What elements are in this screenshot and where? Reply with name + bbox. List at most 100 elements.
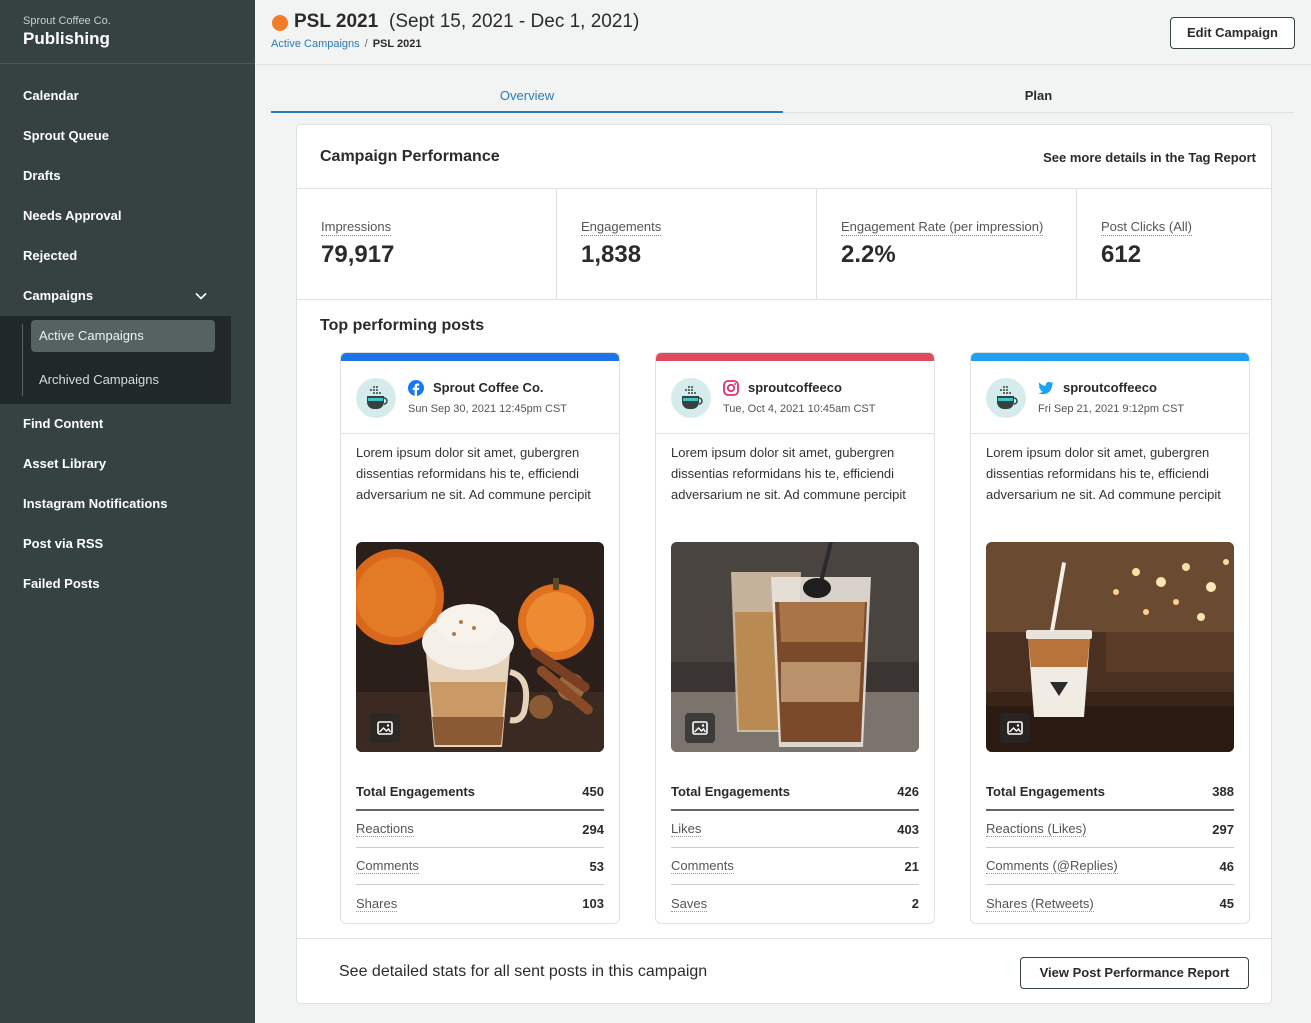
metric-label[interactable]: Shares (Retweets) [986, 896, 1094, 912]
stat-engagements: Engagements 1,838 [557, 189, 817, 300]
metric-value: 21 [904, 858, 919, 874]
metric-label[interactable]: Comments (@Replies) [986, 858, 1118, 874]
sidebar-item-find-content[interactable]: Find Content [0, 404, 255, 444]
sidebar-nav: Calendar Sprout Queue Drafts Needs Appro… [0, 76, 255, 604]
app-name: Publishing [23, 29, 110, 48]
stat-value: 79,917 [321, 241, 395, 268]
post-timestamp: Tue, Oct 4, 2021 10:45am CST [723, 403, 876, 415]
avatar [986, 378, 1026, 418]
metric-value: 450 [582, 783, 604, 799]
metric-value: 388 [1212, 783, 1234, 799]
sidebar-item-sprout-queue[interactable]: Sprout Queue [0, 116, 255, 156]
footer-text: See detailed stats for all sent posts in… [339, 963, 708, 980]
metric-value: 426 [897, 783, 919, 799]
post-card-facebook[interactable]: Sprout Coffee Co. Sun Sep 30, 2021 12:45… [340, 352, 620, 924]
breadcrumb: Active Campaigns / PSL 2021 [271, 38, 421, 50]
metric-label[interactable]: Comments [356, 858, 419, 874]
metric-label[interactable]: Likes [671, 821, 702, 837]
avatar [671, 378, 711, 418]
org-name: Sprout Coffee Co. [23, 15, 111, 27]
metric-label[interactable]: Saves [671, 896, 708, 912]
metric-value: 103 [582, 896, 604, 911]
sidebar-item-failed-posts[interactable]: Failed Posts [0, 564, 255, 604]
breadcrumb-current: PSL 2021 [372, 38, 422, 50]
metric-label: Total Engagements [356, 783, 475, 799]
metric-label[interactable]: Reactions [356, 821, 414, 837]
stat-engagement-rate: Engagement Rate (per impression) 2.2% [817, 189, 1077, 300]
metric-label[interactable]: Comments [671, 858, 734, 874]
metric-row: Comments 21 [671, 848, 919, 885]
metric-value: 45 [1219, 896, 1234, 911]
post-metrics: Total Engagements 450 Reactions 294 Commen… [356, 773, 604, 922]
metric-row: Comments 53 [356, 848, 604, 885]
metric-row: Shares (Retweets) 45 [986, 885, 1234, 922]
stat-post-clicks: Post Clicks (All) 612 [1077, 189, 1271, 300]
metric-value: 294 [582, 821, 604, 837]
tab-plan[interactable]: Plan [783, 80, 1294, 113]
stat-label[interactable]: Engagements [581, 219, 662, 236]
sidebar-item-rejected[interactable]: Rejected [0, 236, 255, 276]
stat-value: 1,838 [581, 241, 642, 268]
tag-report-link[interactable]: See more details in the Tag Report [1043, 150, 1256, 165]
metric-label[interactable]: Reactions (Likes) [986, 821, 1087, 837]
metric-row: Comments (@Replies) 46 [986, 848, 1234, 885]
metric-row: Reactions 294 [356, 811, 604, 848]
metric-row: Shares 103 [356, 885, 604, 922]
post-image[interactable] [671, 542, 919, 752]
metric-row: Likes 403 [671, 811, 919, 848]
edit-campaign-button[interactable]: Edit Campaign [1170, 17, 1295, 49]
tab-overview[interactable]: Overview [271, 80, 783, 113]
panel-title: Campaign Performance [320, 148, 500, 165]
avatar [356, 378, 396, 418]
sidebar-item-label: Campaigns [23, 288, 94, 303]
image-icon [1000, 713, 1030, 743]
breadcrumb-link-active-campaigns[interactable]: Active Campaigns [271, 38, 360, 50]
post-card-instagram[interactable]: sproutcoffeeco Tue, Oct 4, 2021 10:45am … [655, 352, 935, 924]
sidebar-item-instagram-notifications[interactable]: Instagram Notifications [0, 484, 255, 524]
post-metrics: Total Engagements 388 Reactions (Likes) 29… [986, 773, 1234, 922]
twitter-icon [1038, 381, 1054, 395]
metric-row: Total Engagements 450 [356, 773, 604, 811]
post-header: sproutcoffeeco Tue, Oct 4, 2021 10:45am … [656, 361, 934, 434]
sidebar-item-campaigns[interactable]: Campaigns [0, 276, 255, 316]
metric-label[interactable]: Shares [356, 896, 398, 912]
account-name: sproutcoffeeco [1063, 380, 1157, 395]
stat-label[interactable]: Impressions [321, 219, 392, 236]
stat-label[interactable]: Engagement Rate (per impression) [841, 219, 1044, 236]
post-text: Lorem ipsum dolor sit amet, gubergren di… [356, 445, 591, 502]
post-header: Sprout Coffee Co. Sun Sep 30, 2021 12:45… [341, 361, 619, 434]
brand: Sprout Coffee Co. Publishing [0, 0, 255, 64]
stat-label[interactable]: Post Clicks (All) [1101, 219, 1193, 236]
metric-value: 46 [1219, 858, 1234, 874]
sidebar-item-drafts[interactable]: Drafts [0, 156, 255, 196]
top-posts-title: Top performing posts [320, 317, 485, 334]
post-text: Lorem ipsum dolor sit amet, gubergren di… [671, 445, 906, 502]
post-timestamp: Sun Sep 30, 2021 12:45pm CST [408, 403, 567, 415]
campaign-performance-panel: Campaign Performance See more details in… [296, 124, 1272, 1004]
page-title: PSL 2021 [294, 11, 379, 32]
stat-impressions: Impressions 79,917 [297, 189, 557, 300]
sidebar-item-archived-campaigns[interactable]: Archived Campaigns [31, 364, 215, 396]
view-post-performance-report-button[interactable]: View Post Performance Report [1020, 957, 1249, 989]
metric-value: 297 [1212, 821, 1234, 837]
metric-value: 2 [911, 896, 919, 911]
coffee-cup-icon [997, 386, 1018, 409]
sidebar-item-needs-approval[interactable]: Needs Approval [0, 196, 255, 236]
post-image[interactable] [356, 542, 604, 752]
page-header: PSL 2021 (Sept 15, 2021 - Dec 1, 2021) A… [255, 0, 1311, 65]
post-card-twitter[interactable]: sproutcoffeeco Fri Sep 21, 2021 9:12pm C… [970, 352, 1250, 924]
sidebar-item-asset-library[interactable]: Asset Library [0, 444, 255, 484]
metric-value: 53 [589, 858, 604, 874]
chevron-down-icon[interactable] [195, 290, 207, 302]
post-header: sproutcoffeeco Fri Sep 21, 2021 9:12pm C… [971, 361, 1249, 434]
metric-value: 403 [897, 821, 919, 837]
metric-row: Saves 2 [671, 885, 919, 922]
post-timestamp: Fri Sep 21, 2021 9:12pm CST [1038, 403, 1185, 415]
sidebar-item-post-via-rss[interactable]: Post via RSS [0, 524, 255, 564]
post-image[interactable] [986, 542, 1234, 752]
sidebar-item-active-campaigns[interactable]: Active Campaigns [31, 320, 215, 352]
panel-footer: See detailed stats for all sent posts in… [297, 938, 1271, 1004]
metric-label: Total Engagements [671, 783, 790, 799]
metric-row: Reactions (Likes) 297 [986, 811, 1234, 848]
sidebar-item-calendar[interactable]: Calendar [0, 76, 255, 116]
